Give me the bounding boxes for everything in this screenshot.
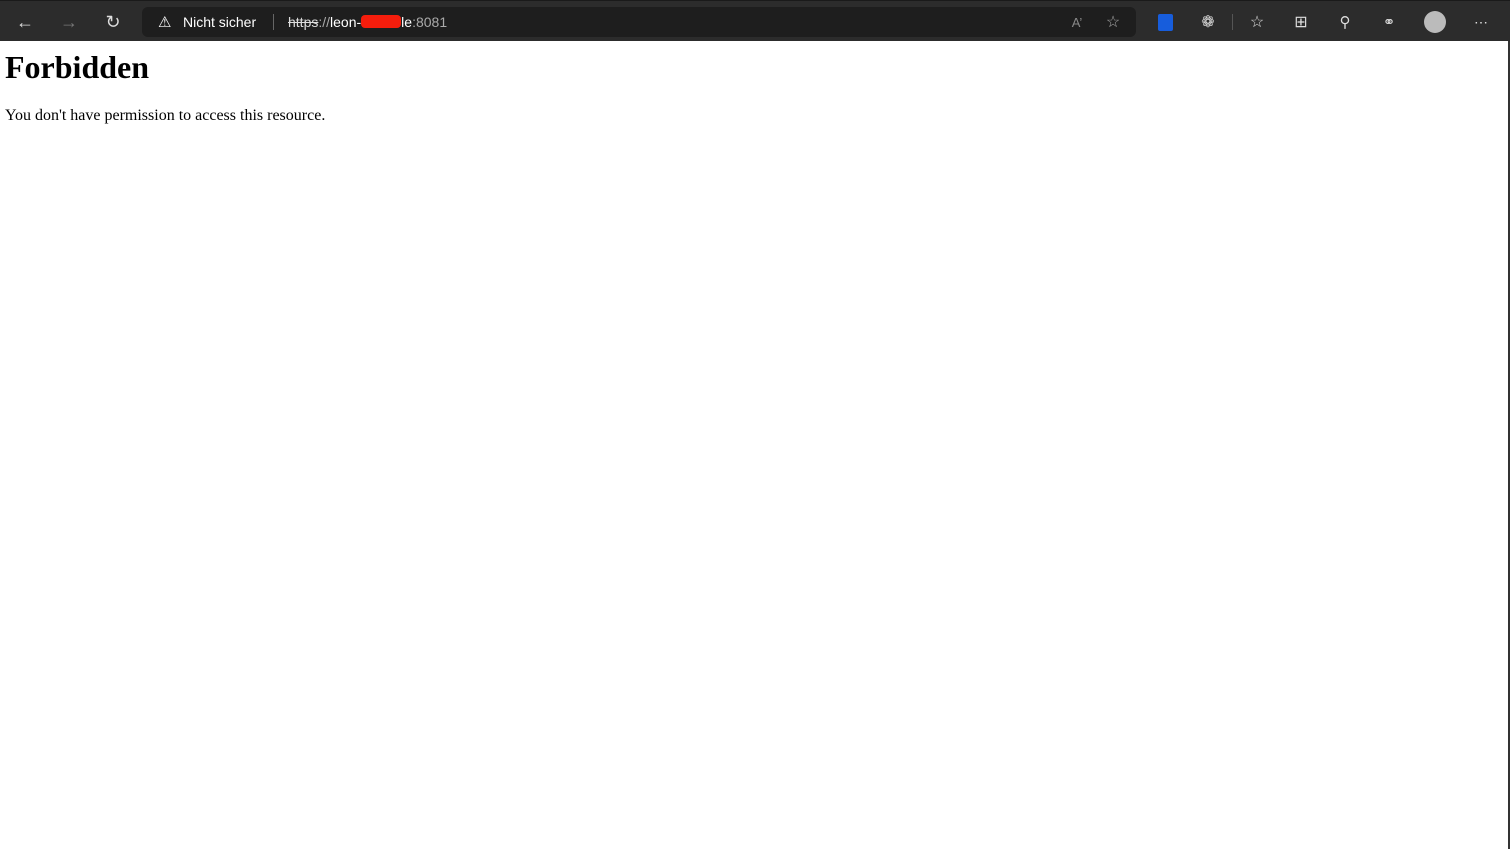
- url-host-start: leon-: [330, 14, 362, 30]
- forward-icon[interactable]: →: [54, 7, 84, 37]
- url-text[interactable]: https://leon-le:8081: [288, 14, 447, 30]
- url-host-end: le: [401, 14, 413, 30]
- page-title: Forbidden: [5, 49, 150, 85]
- share-icon[interactable]: ⚭: [1374, 7, 1404, 37]
- redaction-mark: [361, 15, 402, 28]
- more-icon[interactable]: ⋯: [1466, 7, 1496, 37]
- divider: [1232, 14, 1233, 30]
- security-label[interactable]: Nicht sicher: [183, 14, 256, 30]
- url-separator: ://: [318, 14, 331, 30]
- add-favorite-icon[interactable]: ☆: [1098, 7, 1128, 37]
- browser-toolbar: ← → ↻ ⚠ Nicht sicher https://leon-le:808…: [0, 0, 1510, 41]
- refresh-icon[interactable]: ↻: [98, 7, 128, 37]
- back-icon[interactable]: ←: [10, 7, 40, 37]
- collections-icon[interactable]: ⊞: [1286, 7, 1316, 37]
- error-message: You don't have permission to access this…: [5, 107, 326, 124]
- warning-icon: ⚠: [158, 14, 172, 31]
- divider: [273, 14, 274, 30]
- bitwarden-icon[interactable]: [1150, 7, 1180, 37]
- page-content: Forbidden You don't have permission to a…: [0, 41, 1510, 849]
- read-aloud-icon[interactable]: A’: [1062, 7, 1092, 37]
- profile-avatar[interactable]: [1420, 7, 1450, 37]
- favorites-icon[interactable]: ☆: [1242, 7, 1272, 37]
- address-bar[interactable]: ⚠ Nicht sicher https://leon-le:8081 A’ ☆: [142, 7, 1136, 37]
- extensions-icon[interactable]: ❁: [1193, 7, 1223, 37]
- rewards-icon[interactable]: ⚲: [1330, 7, 1360, 37]
- url-scheme: https: [288, 14, 319, 30]
- url-port: :8081: [412, 14, 448, 30]
